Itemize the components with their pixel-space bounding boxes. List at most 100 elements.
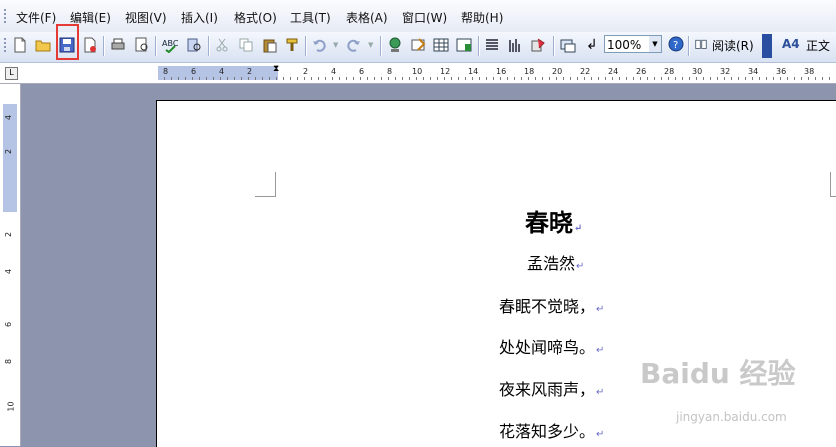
ruler-number: 4 [331,67,337,76]
show-hide-icon[interactable] [560,37,576,53]
undo-dropdown-icon: ▼ [333,41,339,49]
poem-line[interactable]: 春眠不觉晓，↵ [499,293,604,317]
vertical-ruler-number: 10 [6,401,16,412]
document-title[interactable]: 春晓↵ [525,203,582,238]
poem-line-text: 处处闻啼鸟。 [499,338,596,357]
ruler-number: 8 [387,67,393,76]
ruler-number: 24 [608,67,619,76]
new-document-icon[interactable] [12,37,28,53]
read-mode-icon [695,39,707,49]
ruler-number: 26 [636,67,647,76]
poem-line[interactable]: 处处闻啼鸟。↵ [499,334,604,358]
toolbar-separator [688,36,690,56]
toolbar-separator [208,36,210,56]
document-page[interactable] [156,100,836,447]
open-folder-icon[interactable] [35,37,51,53]
format-painter-icon[interactable] [285,37,301,53]
undo-icon [313,39,326,52]
menu-grip[interactable] [4,9,6,23]
paragraph-mark-icon: ↵ [596,387,605,398]
zoom-combobox[interactable]: 100% ▼ [604,35,662,53]
ruler-number: 12 [440,67,451,76]
document-author[interactable]: 孟浩然↵ [527,250,584,274]
menu-insert[interactable]: 插入(I) [181,9,218,26]
watermark-logo: Baidu 经验 [640,357,796,390]
spelling-check-icon[interactable]: ABC [162,37,178,53]
ruler-number: 14 [468,67,479,76]
zoom-value: 100% [607,38,642,52]
vertical-ruler[interactable]: 4 2 2 4 6 8 10 [0,84,21,446]
insert-excel-icon[interactable] [456,37,472,53]
paragraph-mark-icon: ↵ [596,304,605,315]
toolbar-grip[interactable] [4,38,6,52]
tables-borders-icon[interactable] [410,37,426,53]
help-icon[interactable]: ? [668,36,684,52]
menu-help[interactable]: 帮助(H) [461,9,503,26]
columns-icon[interactable] [484,37,500,53]
menu-file[interactable]: 文件(F) [16,9,56,26]
drawing-icon[interactable] [507,37,523,53]
print-icon[interactable] [110,37,126,53]
ruler-number: 34 [748,67,759,76]
toolbar-separator [155,36,157,56]
ruler-number: 18 [524,67,535,76]
ruler-number: 2 [303,67,309,76]
insert-table-icon[interactable] [433,37,449,53]
menu-format[interactable]: 格式(O) [234,9,277,26]
ruler-number: 22 [580,67,591,76]
horizontal-ruler[interactable]: L ⧗ 8 6 4 2 2 4 6 8 10 12 14 16 18 20 22… [0,63,836,84]
poem-line-text: 花落知多少。 [499,422,596,441]
menu-table[interactable]: 表格(A) [346,9,388,26]
vertical-ruler-number: 2 [4,231,14,238]
paste-icon[interactable] [262,37,278,53]
ruler-number: 6 [359,67,365,76]
paragraph-mark-icon: ↵ [574,223,583,234]
title-text: 春晓 [525,208,573,237]
vertical-ruler-number: 8 [4,358,14,365]
toolbar-separator [103,36,105,56]
ruler-number: 6 [191,67,197,76]
toolbar-separator [380,36,382,56]
vertical-ruler-number: 4 [4,268,14,275]
ruler-number: 10 [412,67,423,76]
zoom-dropdown-icon[interactable]: ▼ [649,36,661,52]
menu-window[interactable]: 窗口(W) [402,9,447,26]
paragraph-mark-icon[interactable]: ↲ [586,37,598,53]
tab-selector-icon[interactable]: L [5,67,18,80]
ruler-number: 16 [496,67,507,76]
ruler-number: 20 [552,67,563,76]
poem-line[interactable]: 花落知多少。↵ [499,418,604,442]
research-icon[interactable] [186,37,202,53]
save-highlight-box [56,24,79,60]
indent-marker-icon[interactable]: ⧗ [273,64,279,74]
author-text: 孟浩然 [527,254,576,273]
menu-bar: 文件(F) 编辑(E) 视图(V) 插入(I) 格式(O) 工具(T) 表格(A… [0,0,836,33]
vertical-ruler-number: 4 [4,114,14,121]
hyperlink-icon[interactable] [387,37,403,53]
poem-line-text: 夜来风雨声， [499,380,596,399]
copy-icon [239,38,253,52]
paragraph-mark-icon: ↵ [596,345,605,356]
margin-corner-left [255,172,276,197]
menu-tools[interactable]: 工具(T) [290,9,331,26]
poem-line[interactable]: 夜来风雨声，↵ [499,376,604,400]
print-preview-icon[interactable] [134,37,150,53]
redo-dropdown-icon: ▼ [368,41,374,49]
read-button[interactable]: 阅读(R) [712,37,754,54]
vertical-ruler-number: 6 [4,321,14,328]
paragraph-mark-icon: ↵ [596,429,605,440]
margin-corner-right [830,172,836,197]
style-combobox[interactable]: 正文 [806,37,830,54]
standard-toolbar: ABC ▼ ▼ ↲ 100% ▼ ? 阅读(R) A4 正文 [0,32,836,63]
cut-icon [216,38,228,52]
ruler-number: 28 [664,67,675,76]
toolbar-options-icon[interactable] [762,34,772,58]
menu-view[interactable]: 视图(V) [125,9,167,26]
permission-icon[interactable] [82,37,98,53]
document-map-icon[interactable] [530,37,546,53]
toolbar-separator [305,36,307,56]
ruler-number: 8 [163,67,169,76]
ruler-number: 30 [692,67,703,76]
svg-text:?: ? [673,40,678,51]
styles-icon[interactable]: A4 [782,37,800,51]
